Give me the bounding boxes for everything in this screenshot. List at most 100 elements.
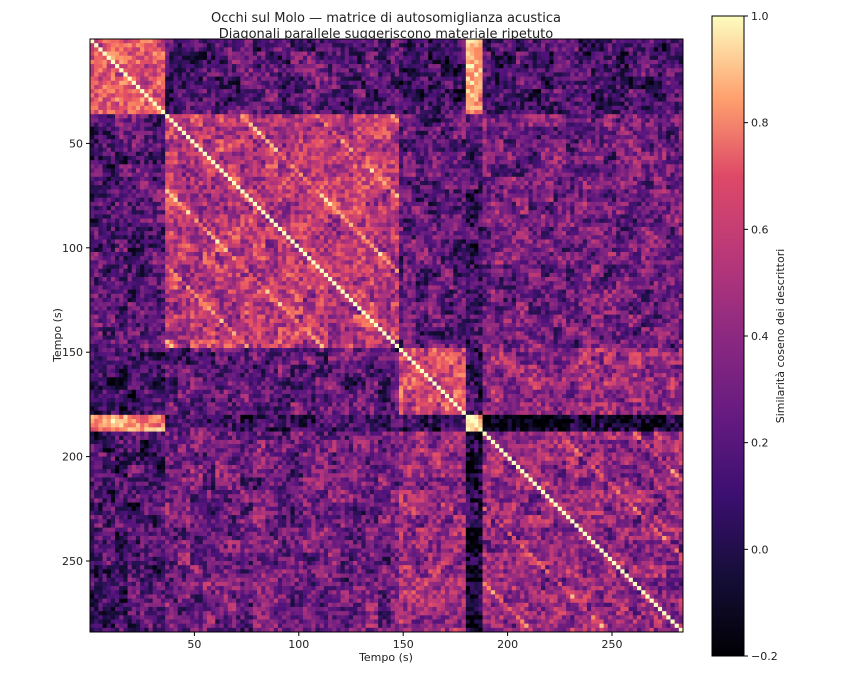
heatmap-cell	[106, 302, 112, 307]
heatmap-cell	[223, 615, 229, 620]
heatmap-cell	[231, 281, 237, 286]
heatmap-cell	[131, 393, 137, 399]
heatmap-cell	[206, 556, 212, 562]
heatmap-cell	[156, 59, 162, 65]
heatmap-cell	[165, 581, 170, 587]
heatmap-cell	[135, 327, 141, 332]
heatmap-cell	[144, 176, 149, 182]
heatmap-cell	[186, 281, 191, 286]
heatmap-cell	[156, 314, 162, 320]
heatmap-cell	[115, 277, 120, 282]
heatmap-cell	[202, 80, 208, 86]
heatmap-cell	[127, 398, 133, 403]
heatmap-cell	[169, 565, 174, 570]
heatmap-cell	[206, 293, 212, 299]
heatmap-cell	[102, 469, 108, 474]
heatmap-cell	[206, 569, 212, 574]
heatmap-cell	[177, 281, 183, 286]
heatmap-cell	[219, 130, 225, 136]
heatmap-cell	[181, 164, 187, 169]
heatmap-cell	[98, 477, 103, 483]
heatmap-cell	[102, 185, 108, 190]
heatmap-cell	[131, 126, 137, 132]
heatmap-cell	[148, 84, 154, 90]
heatmap-cell	[160, 172, 166, 178]
heatmap-cell	[115, 185, 120, 190]
heatmap-cell	[198, 393, 204, 399]
heatmap-cell	[110, 118, 116, 123]
heatmap-cell	[127, 414, 133, 420]
heatmap-cell	[110, 277, 116, 282]
heatmap-cell	[206, 97, 212, 103]
heatmap-cell	[177, 586, 183, 591]
heatmap-cell	[202, 197, 208, 203]
heatmap-cell	[135, 393, 141, 399]
heatmap-cell	[202, 414, 208, 420]
heatmap-cell	[123, 151, 128, 157]
heatmap-cell	[98, 402, 103, 407]
heatmap-cell	[90, 590, 95, 595]
heatmap-cell	[115, 423, 120, 428]
heatmap-cell	[115, 448, 120, 453]
heatmap-cell	[198, 155, 204, 161]
heatmap-cell	[110, 598, 116, 604]
heatmap-cell	[160, 473, 166, 478]
heatmap-cell	[211, 243, 216, 249]
heatmap-cell	[198, 151, 204, 157]
heatmap-cell	[206, 502, 212, 508]
heatmap-cell	[181, 126, 187, 132]
heatmap-cell	[127, 435, 133, 441]
heatmap-cell	[119, 531, 124, 537]
heatmap-cell	[152, 448, 158, 453]
heatmap-cell	[135, 402, 141, 407]
heatmap-cell	[160, 464, 166, 470]
heatmap-cell	[211, 293, 216, 299]
heatmap-cell	[194, 556, 199, 562]
heatmap-cell	[148, 105, 154, 111]
heatmap-cell	[94, 314, 99, 320]
heatmap-cell	[127, 285, 133, 290]
heatmap-cell	[156, 197, 162, 203]
heatmap-cell	[119, 185, 124, 190]
heatmap-cell	[181, 243, 187, 249]
heatmap-cell	[160, 185, 166, 190]
heatmap-cell	[215, 272, 220, 278]
heatmap-cell	[219, 419, 225, 424]
heatmap-cell	[144, 210, 149, 215]
heatmap-cell	[131, 89, 137, 94]
heatmap-cell	[194, 176, 199, 182]
heatmap-cell	[156, 256, 162, 261]
heatmap-cell	[206, 452, 212, 458]
heatmap-cell	[127, 602, 133, 608]
heatmap-cell	[115, 498, 120, 503]
heatmap-cell	[119, 314, 124, 320]
heatmap-cell	[206, 339, 212, 345]
heatmap-cell	[165, 97, 170, 103]
heatmap-cell	[219, 452, 225, 458]
heatmap-cell	[144, 535, 149, 541]
heatmap-cell	[140, 594, 145, 599]
heatmap-cell	[110, 439, 116, 445]
heatmap-cell	[110, 268, 116, 274]
heatmap-cell	[140, 51, 145, 57]
heatmap-cell	[173, 619, 179, 625]
heatmap-cell	[169, 577, 174, 583]
heatmap-cell	[140, 235, 145, 240]
heatmap-cell	[231, 264, 237, 270]
heatmap-cell	[194, 239, 199, 245]
heatmap-cell	[140, 101, 145, 107]
heatmap-cell	[152, 406, 158, 412]
heatmap-cell	[102, 155, 108, 161]
heatmap-cell	[215, 222, 220, 228]
heatmap-cell	[131, 485, 137, 491]
heatmap-cell	[123, 101, 128, 107]
heatmap-cell	[148, 448, 154, 453]
heatmap-cell	[148, 256, 154, 261]
heatmap-cell	[140, 452, 145, 458]
heatmap-cell	[202, 469, 208, 474]
heatmap-cell	[194, 268, 199, 274]
heatmap-cell	[194, 419, 199, 424]
heatmap-cell	[227, 448, 233, 453]
heatmap-cell	[160, 485, 166, 491]
heatmap-cell	[119, 89, 124, 94]
